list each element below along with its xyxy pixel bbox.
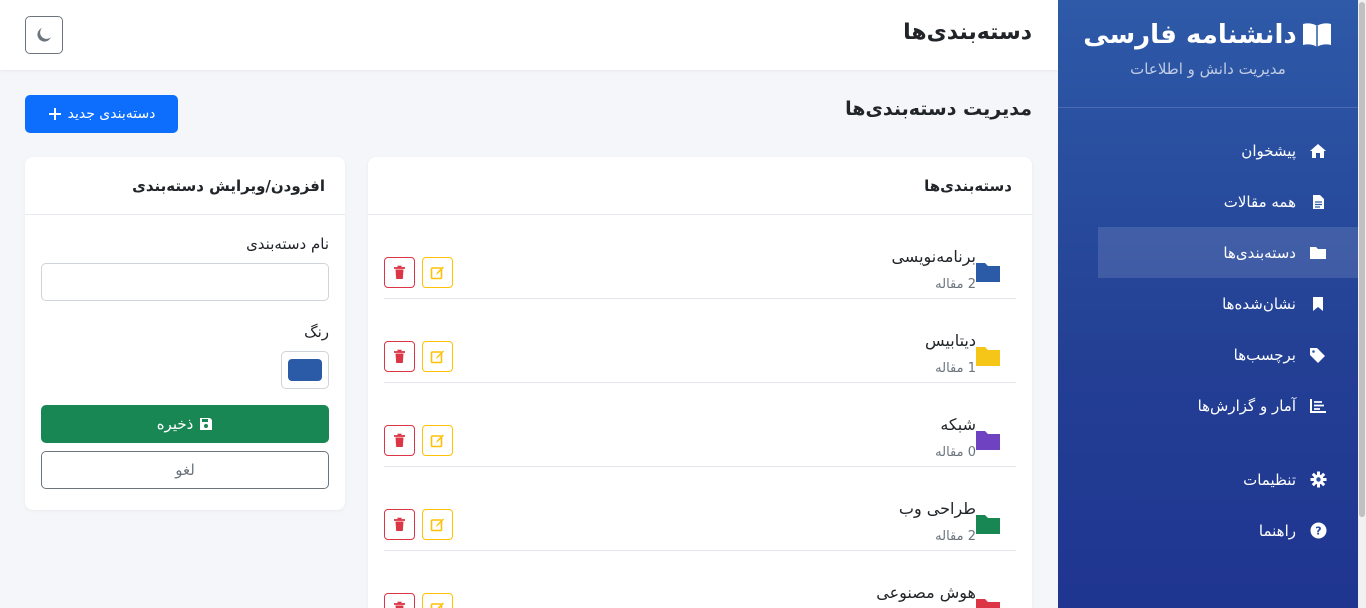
form-title: افزودن/ویرایش دسته‌بندی — [25, 157, 345, 215]
category-name: هوش مصنوعی — [876, 583, 976, 602]
edit-icon — [430, 266, 444, 280]
category-name: شبکه — [940, 415, 976, 434]
sidebar-item-label: برچسب‌ها — [1233, 345, 1296, 364]
sidebar: دانشنامه فارسی مدیریت دانش و اطلاعات پیش… — [1058, 0, 1358, 608]
gear-icon — [1308, 470, 1328, 490]
category-count: 2 مقاله — [935, 529, 976, 544]
sidebar-nav: پیشخوان همه مقالات دسته‌بندی‌ها نشان‌شده‌ها… — [1098, 125, 1358, 556]
folder-icon — [976, 515, 1000, 534]
edit-category-button[interactable] — [422, 341, 453, 372]
cancel-button[interactable]: لغو — [41, 451, 329, 489]
sidebar-item-label: آمار و گزارش‌ها — [1197, 396, 1296, 415]
category-row: دیتابیس 1 مقاله — [384, 299, 1016, 383]
edit-icon — [430, 602, 444, 608]
category-row: شبکه 0 مقاله — [384, 383, 1016, 467]
category-count: 0 مقاله — [935, 445, 976, 460]
theme-toggle-button[interactable] — [25, 16, 63, 54]
sidebar-item-label: نشان‌شده‌ها — [1222, 294, 1296, 313]
categories-list: برنامه‌نویسی 2 مقاله دیتابیس 1 مقاله شبکه 0 م… — [368, 215, 1032, 608]
category-name-input[interactable] — [41, 263, 329, 301]
save-button[interactable]: ذخیره — [41, 405, 329, 443]
brand-subtitle: مدیریت دانش و اطلاعات — [1130, 60, 1286, 78]
trash-icon — [394, 517, 405, 531]
brand: دانشنامه فارسی مدیریت دانش و اطلاعات — [1058, 0, 1358, 108]
sidebar-item-label: دسته‌بندی‌ها — [1223, 243, 1296, 262]
categories-card: دسته‌بندی‌ها برنامه‌نویسی 2 مقاله دیتابیس 1… — [368, 157, 1032, 608]
page-scrollbar[interactable] — [1358, 0, 1366, 608]
sidebar-item-label: تنظیمات — [1243, 470, 1296, 489]
name-label: نام دسته‌بندی — [246, 235, 329, 253]
book-open-icon — [1302, 23, 1331, 47]
delete-category-button[interactable] — [384, 341, 415, 372]
section-title: مدیریت دسته‌بندی‌ها — [845, 98, 1032, 120]
trash-icon — [394, 265, 405, 279]
folder-icon — [976, 431, 1000, 450]
trash-icon — [394, 349, 405, 363]
home-icon — [1308, 141, 1328, 161]
trash-icon — [394, 601, 405, 608]
sidebar-item-m1[interactable]: همه مقالات — [1098, 176, 1358, 227]
category-name: دیتابیس — [925, 331, 976, 350]
category-count: 2 مقاله — [935, 277, 976, 292]
plus-icon — [48, 108, 61, 120]
color-swatch — [288, 359, 322, 381]
edit-category-button[interactable] — [422, 509, 453, 540]
color-picker[interactable] — [281, 351, 329, 389]
edit-icon — [430, 518, 444, 532]
edit-icon — [430, 434, 444, 448]
delete-category-button[interactable] — [384, 509, 415, 540]
new-category-label: دسته‌بندی جدید — [67, 106, 156, 122]
delete-category-button[interactable] — [384, 425, 415, 456]
sidebar-item-b0[interactable]: تنظیمات — [1098, 454, 1358, 505]
sidebar-item-m2[interactable]: دسته‌بندی‌ها — [1098, 227, 1358, 278]
new-category-button[interactable]: دسته‌بندی جدید — [25, 95, 178, 133]
category-row: برنامه‌نویسی 2 مقاله — [384, 215, 1016, 299]
category-row: هوش مصنوعی — [384, 551, 1016, 608]
category-form-card: افزودن/ویرایش دسته‌بندی نام دسته‌بندی رن… — [25, 157, 345, 510]
edit-icon — [430, 350, 444, 364]
color-label: رنگ — [304, 323, 329, 341]
folder-icon — [976, 599, 1000, 608]
sidebar-item-m5[interactable]: آمار و گزارش‌ها — [1098, 380, 1358, 431]
scrollbar-thumb[interactable] — [1359, 2, 1365, 517]
sidebar-item-m3[interactable]: نشان‌شده‌ها — [1098, 278, 1358, 329]
delete-category-button[interactable] — [384, 593, 415, 608]
sidebar-item-label: همه مقالات — [1223, 192, 1296, 211]
edit-category-button[interactable] — [422, 425, 453, 456]
folder-icon — [976, 263, 1000, 282]
topbar: دسته‌بندی‌ها — [0, 0, 1058, 70]
moon-icon — [37, 28, 51, 42]
floppy-disk-icon — [200, 418, 213, 430]
tags-icon — [1308, 345, 1328, 365]
edit-category-button[interactable] — [422, 593, 453, 608]
sidebar-item-label: راهنما — [1258, 521, 1296, 540]
sidebar-item-m0[interactable]: پیشخوان — [1098, 125, 1358, 176]
bookmark-icon — [1308, 294, 1328, 314]
delete-category-button[interactable] — [384, 257, 415, 288]
page-title: دسته‌بندی‌ها — [903, 20, 1032, 45]
category-name: برنامه‌نویسی — [891, 247, 976, 266]
chart-icon — [1308, 396, 1328, 416]
trash-icon — [394, 433, 405, 447]
save-label: ذخیره — [156, 415, 194, 433]
category-row: طراحی وب 2 مقاله — [384, 467, 1016, 551]
sidebar-item-b1[interactable]: ? راهنما — [1098, 505, 1358, 556]
svg-text:?: ? — [1315, 525, 1321, 538]
edit-category-button[interactable] — [422, 257, 453, 288]
folder-icon — [976, 347, 1000, 366]
category-name: طراحی وب — [898, 499, 976, 518]
sidebar-item-label: پیشخوان — [1241, 141, 1296, 160]
folder-icon — [1308, 243, 1328, 263]
category-count: 1 مقاله — [935, 361, 976, 376]
file-icon — [1308, 192, 1328, 212]
categories-card-title: دسته‌بندی‌ها — [368, 157, 1032, 215]
sidebar-item-m4[interactable]: برچسب‌ها — [1098, 329, 1358, 380]
brand-title: دانشنامه فارسی — [1083, 20, 1297, 50]
question-icon: ? — [1308, 521, 1328, 541]
